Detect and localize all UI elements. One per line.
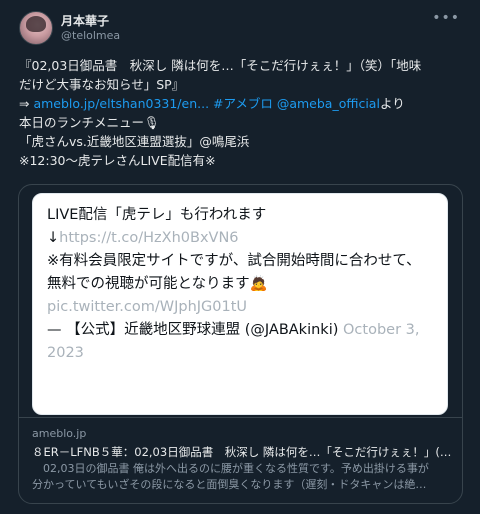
ameblo-link[interactable]: ameblo.jp/eltshan0331/en...	[33, 96, 209, 111]
embed-line: — 【公式】近畿地区野球連盟 (@JABAkinki) October 3,	[47, 322, 419, 338]
tweet-line: ⇒ ameblo.jp/eltshan0331/en... #アメブロ @ame…	[19, 96, 405, 111]
tweet-line: ※12:30〜虎テレさんLIVE配信有※	[19, 153, 216, 168]
more-options-icon[interactable]: •••	[432, 10, 460, 26]
author-name[interactable]: 月本華子	[61, 12, 109, 29]
card-title[interactable]: ８ER－LFNB５華：02,03日御品書 秋深し 隣は何を…「そこだ行けぇぇ！」…	[32, 444, 452, 460]
hashtag-link[interactable]: #アメブロ	[209, 96, 277, 111]
card-divider	[19, 417, 462, 418]
tweet-line: 『02,03日御品書 秋深し 隣は何を…「そこだ行けぇぇ！」（笑）「地味	[19, 58, 422, 73]
embed-date-year: 2023	[47, 345, 84, 361]
card-domain: ameblo.jp	[32, 427, 87, 440]
link-card[interactable]: LIVE配信「虎テレ」も行われます ↓https://t.co/HzXh0BxV…	[18, 184, 463, 504]
avatar[interactable]	[19, 11, 53, 45]
suffix-text: より	[379, 96, 405, 111]
embedded-tweet-text: LIVE配信「虎テレ」も行われます ↓https://t.co/HzXh0BxV…	[47, 204, 437, 365]
down-arrow-text: ↓	[47, 230, 60, 246]
card-desc-line: 分かっていてもいざその段になると面倒臭くなります（遅刻・ドタキャンは絶…	[32, 478, 427, 491]
embed-line: ※有料会員限定サイトですが、試合開始時間に合わせて、	[47, 253, 421, 269]
mention-link[interactable]: @ameba_official	[277, 96, 380, 111]
tweet-text: 『02,03日御品書 秋深し 隣は何を…「そこだ行けぇぇ！」（笑）「地味 だけど…	[19, 56, 467, 170]
card-description: 02,03日の御品書 俺は外へ出るのに腰が重くなる性質です。予め出掛ける事が 分…	[32, 461, 452, 493]
arrow-text: ⇒	[19, 96, 34, 111]
author-handle[interactable]: @telolmea	[61, 29, 120, 42]
tweet-line: だけど大事なお知らせ」SP』	[19, 77, 185, 92]
tweet-line: 「虎さんvs.近畿地区連盟選抜」@鳴尾浜	[19, 134, 250, 149]
embed-attribution: — 【公式】近畿地区野球連盟 (@JABAkinki)	[47, 322, 343, 338]
tweet-line: 本日のランチメニュー🎙	[19, 115, 160, 130]
embed-line: LIVE配信「虎テレ」も行われます	[47, 207, 267, 223]
card-desc-line: 02,03日の御品書 俺は外へ出るのに腰が重くなる性質です。予め出掛ける事が	[32, 462, 429, 475]
embed-line: 無料での視聴が可能となります🙇	[47, 276, 268, 292]
embed-date: October 3,	[343, 322, 420, 338]
embed-pic-link: pic.twitter.com/WJphJG01tU	[47, 299, 248, 315]
embed-link: https://t.co/HzXh0BxVN6	[59, 230, 239, 246]
embed-line: ↓https://t.co/HzXh0BxVN6	[47, 230, 239, 246]
embedded-tweet-image: LIVE配信「虎テレ」も行われます ↓https://t.co/HzXh0BxV…	[32, 193, 448, 415]
